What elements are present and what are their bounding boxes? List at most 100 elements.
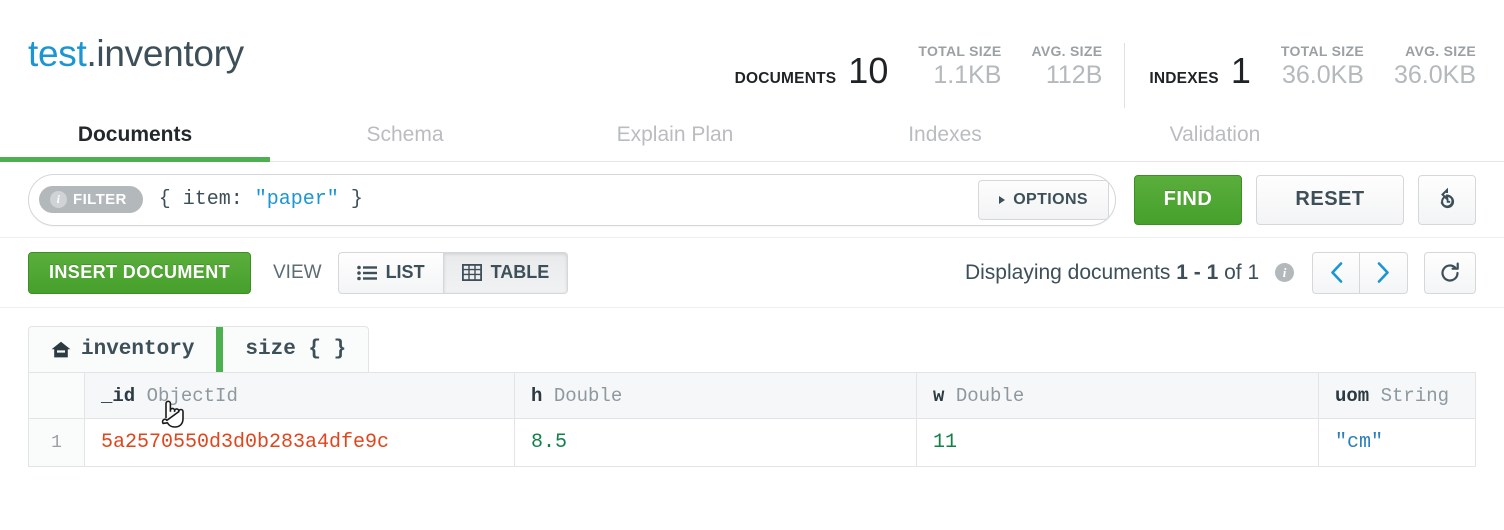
refresh-documents-button[interactable] (1424, 251, 1476, 294)
info-icon: i (50, 191, 67, 208)
pagination-status: Displaying documents 1 - 1 of 1 i (965, 261, 1294, 285)
column-name: w (933, 384, 945, 407)
pagination-area: Displaying documents 1 - 1 of 1 i (965, 251, 1476, 294)
filter-query-suffix: } (338, 188, 363, 211)
indexes-stat-value: 1 (1230, 49, 1251, 91)
view-mode-list-button[interactable]: LIST (337, 251, 444, 294)
breadcrumb-item-label: inventory (81, 338, 195, 361)
breadcrumb-item-label: size { } (245, 338, 347, 361)
table-row[interactable]: 1 5a2570550d3d0b283a4dfe9c 8.5 11 "cm" (28, 418, 1476, 467)
documents-stat-value: 10 (848, 49, 889, 91)
view-mode-toggle: LIST TABLE (337, 251, 569, 294)
row-number-header (28, 372, 85, 419)
tab-indexes[interactable]: Indexes (810, 123, 1080, 161)
column-type: String (1380, 384, 1450, 407)
table-header-row: _id ObjectId h Double w Double uom Strin… (28, 372, 1476, 419)
filter-query-text[interactable]: { item: "paper" } (159, 188, 363, 211)
column-name: uom (1335, 384, 1370, 407)
cell-h[interactable]: 8.5 (514, 418, 917, 467)
indexes-stat-label: INDEXES (1149, 69, 1219, 87)
view-label: VIEW (273, 261, 322, 283)
cell-w[interactable]: 11 (916, 418, 1319, 467)
breadcrumb-item-size[interactable]: size { } (223, 327, 368, 372)
documents-avg-size: AVG. SIZE 112B (1031, 43, 1102, 88)
home-icon (51, 341, 71, 358)
column-type: Double (553, 384, 623, 407)
view-mode-table-label: TABLE (490, 262, 550, 282)
view-mode-table-button[interactable]: TABLE (443, 251, 569, 294)
column-name: _id (101, 384, 136, 407)
documents-stat-group: DOCUMENTS 10 TOTAL SIZE 1.1KB AVG. SIZE … (735, 43, 1103, 108)
pagination-prefix: Displaying documents (964, 260, 1171, 284)
column-header-id[interactable]: _id ObjectId (84, 372, 515, 419)
column-header-h[interactable]: h Double (514, 372, 917, 419)
view-mode-list-label: LIST (385, 262, 425, 282)
filter-badge[interactable]: i FILTER (39, 186, 143, 213)
column-type: Double (955, 384, 1025, 407)
indexes-avg-size-value: 36.0KB (1393, 60, 1476, 89)
breadcrumb-separator (216, 327, 224, 372)
indexes-avg-size-label: AVG. SIZE (1405, 43, 1476, 60)
namespace-collection: inventory (96, 33, 244, 74)
next-page-button[interactable] (1360, 251, 1408, 294)
find-button[interactable]: FIND (1134, 174, 1242, 225)
cell-id[interactable]: 5a2570550d3d0b283a4dfe9c (84, 418, 515, 467)
options-button[interactable]: OPTIONS (978, 179, 1109, 220)
tab-schema[interactable]: Schema (270, 123, 540, 161)
collection-header: test.inventory DOCUMENTS 10 TOTAL SIZE 1… (0, 0, 1504, 108)
previous-page-button[interactable] (1312, 251, 1360, 294)
documents-stat: DOCUMENTS 10 (734, 49, 889, 91)
chevron-right-icon (1377, 262, 1389, 283)
info-icon[interactable]: i (1275, 263, 1294, 282)
refresh-icon (1441, 262, 1459, 282)
list-icon (356, 265, 377, 280)
filter-query-string: "paper" (254, 188, 339, 211)
pagination-range: 1 - 1 (1176, 260, 1219, 284)
mongodb-compass-window: test.inventory DOCUMENTS 10 TOTAL SIZE 1… (0, 0, 1504, 530)
tab-validation[interactable]: Validation (1080, 123, 1350, 161)
pagination-total: of 1 (1224, 260, 1260, 284)
namespace-title: test.inventory (28, 33, 244, 75)
indexes-total-size-label: TOTAL SIZE (1280, 43, 1364, 60)
row-number: 1 (28, 418, 85, 467)
history-icon (1440, 187, 1455, 208)
column-header-uom[interactable]: uom String (1318, 372, 1476, 419)
documents-avg-size-value: 112B (1045, 60, 1103, 89)
collection-stats: DOCUMENTS 10 TOTAL SIZE 1.1KB AVG. SIZE … (735, 0, 1476, 108)
filter-input[interactable]: i FILTER { item: "paper" } OPTIONS (28, 173, 1116, 226)
indexes-stat: INDEXES 1 (1149, 49, 1251, 91)
reset-button[interactable]: RESET (1256, 174, 1404, 225)
collection-tabs: Documents Schema Explain Plan Indexes Va… (0, 108, 1504, 162)
documents-table-element: _id ObjectId h Double w Double uom Strin… (28, 372, 1476, 467)
query-history-button[interactable] (1418, 174, 1476, 225)
namespace-database[interactable]: test (28, 33, 87, 74)
column-header-w[interactable]: w Double (916, 372, 1319, 419)
indexes-avg-size: AVG. SIZE 36.0KB (1394, 43, 1476, 88)
namespace-separator: . (86, 33, 97, 74)
indexes-total-size: TOTAL SIZE 36.0KB (1281, 43, 1364, 88)
documents-toolbar: INSERT DOCUMENT VIEW LIST TABLE Displayi… (0, 238, 1504, 308)
tab-documents[interactable]: Documents (0, 123, 270, 162)
chevron-left-icon (1330, 262, 1342, 283)
documents-total-size-label: TOTAL SIZE (918, 43, 1002, 60)
pagination-nav (1312, 251, 1408, 294)
cell-uom[interactable]: "cm" (1318, 418, 1476, 467)
documents-table: _id ObjectId h Double w Double uom Strin… (28, 372, 1476, 467)
documents-total-size: TOTAL SIZE 1.1KB (918, 43, 1001, 88)
chevron-right-icon (999, 195, 1006, 204)
breadcrumb-item-inventory[interactable]: inventory (29, 327, 216, 372)
options-button-label: OPTIONS (1013, 190, 1088, 208)
table-grid-icon (461, 264, 482, 281)
filter-query-prefix: { item: (158, 188, 255, 211)
documents-total-size-value: 1.1KB (933, 60, 1002, 89)
insert-document-button[interactable]: INSERT DOCUMENT (28, 251, 251, 294)
documents-stat-label: DOCUMENTS (734, 69, 837, 87)
indexes-total-size-value: 36.0KB (1281, 60, 1364, 89)
indexes-stat-group: INDEXES 1 TOTAL SIZE 36.0KB AVG. SIZE 36… (1124, 43, 1476, 108)
column-type: ObjectId (146, 384, 238, 407)
column-name: h (531, 384, 543, 407)
breadcrumb: inventory size { } (28, 326, 370, 372)
query-bar: i FILTER { item: "paper" } OPTIONS FIND … (0, 162, 1504, 238)
tab-explain-plan[interactable]: Explain Plan (540, 123, 810, 161)
documents-avg-size-label: AVG. SIZE (1031, 43, 1103, 60)
